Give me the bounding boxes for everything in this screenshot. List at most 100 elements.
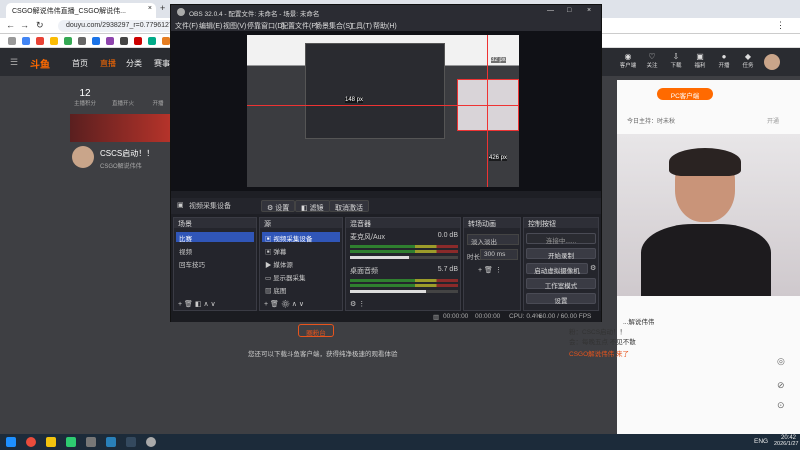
minimize-icon[interactable]: —	[547, 7, 554, 14]
bookmark-icon[interactable]	[78, 37, 86, 45]
bookmark-icon[interactable]	[22, 37, 30, 45]
filter-icon[interactable]: ◧	[195, 301, 202, 308]
up-icon[interactable]: ∧	[292, 301, 297, 308]
duration-input[interactable]: 300 ms	[480, 249, 518, 260]
back-icon[interactable]: ←	[6, 20, 15, 30]
streamer-name[interactable]: CSGO解说伟伟	[100, 161, 142, 170]
clock[interactable]: 20:42 2026/1/27	[774, 435, 798, 447]
menu-edit[interactable]: 编辑(E)	[199, 21, 222, 31]
reload-icon[interactable]: ↻	[36, 20, 44, 31]
bookmark-icon[interactable]	[134, 37, 142, 45]
start-recording-button[interactable]: 开始录制	[526, 248, 596, 260]
up-icon[interactable]: ∧	[203, 301, 208, 308]
pc-client-button[interactable]: PC客户端	[657, 88, 713, 100]
volume-slider[interactable]	[350, 290, 458, 293]
gear-icon[interactable]: ⚙	[281, 301, 290, 308]
down-icon[interactable]: ∨	[299, 301, 304, 308]
bookmark-icon[interactable]	[162, 37, 170, 45]
bookmark-icon[interactable]	[148, 37, 156, 45]
stat-item[interactable]: 12 主播积分	[70, 88, 100, 107]
scene-item[interactable]: 比赛	[176, 232, 254, 243]
chrome-icon[interactable]	[26, 437, 36, 447]
bookmark-icon[interactable]	[8, 37, 16, 45]
menu-scene-collection[interactable]: 场景集合(S)	[315, 21, 352, 31]
wechat-icon[interactable]	[66, 437, 76, 447]
header-item[interactable]: ⇩ 下载	[666, 53, 686, 70]
source-item[interactable]: ▶ 媒体源	[262, 258, 340, 269]
virtual-camera-button[interactable]: 启动虚拟摄像机	[526, 263, 588, 275]
source-item[interactable]: ▣ 弹幕	[262, 245, 340, 256]
site-logo[interactable]: 斗鱼	[30, 56, 50, 71]
more-icon[interactable]: ⋮	[495, 267, 502, 274]
add-icon[interactable]: +	[478, 267, 482, 274]
gear-icon[interactable]: ⚙	[590, 264, 596, 272]
bookmark-icon[interactable]	[106, 37, 114, 45]
trash-icon[interactable]: 🗑	[270, 301, 279, 308]
nav-events[interactable]: 赛事	[154, 58, 170, 69]
event-banner[interactable]	[70, 114, 170, 142]
menu-file[interactable]: 文件(F)	[175, 21, 198, 31]
forward-icon[interactable]: →	[20, 20, 29, 30]
header-item[interactable]: ◉ 客户端	[618, 53, 638, 70]
streamer-avatar[interactable]	[72, 146, 94, 168]
add-icon[interactable]: +	[264, 301, 268, 308]
trash-icon[interactable]: 🗑	[484, 267, 493, 274]
bookmark-icon[interactable]	[50, 37, 58, 45]
bookmark-icon[interactable]	[92, 37, 100, 45]
down-icon[interactable]: ∨	[211, 301, 216, 308]
stream-status-button[interactable]: 连接中......	[526, 233, 596, 245]
header-item[interactable]: ● 开播	[714, 53, 734, 70]
gear-icon[interactable]: ⚙	[350, 301, 356, 308]
deactivate-button[interactable]: 取消激活	[329, 200, 369, 212]
notice-button[interactable]: 开通	[767, 116, 779, 125]
source-filters-button[interactable]: ◧ 滤镜	[295, 200, 330, 212]
menu-docks[interactable]: 停靠窗口(D)	[247, 21, 285, 31]
tab-close-icon[interactable]: ×	[148, 5, 152, 12]
menu-view[interactable]: 视图(V)	[223, 21, 246, 31]
side-tool-icon[interactable]: ◎	[777, 356, 785, 367]
header-item[interactable]: ◆ 任务	[738, 53, 758, 70]
source-item[interactable]: ▨ 底图	[262, 284, 340, 295]
obs-icon[interactable]	[146, 437, 156, 447]
volume-slider[interactable]	[350, 256, 458, 259]
header-item[interactable]: ▣ 福利	[690, 53, 710, 70]
folder-icon[interactable]	[46, 437, 56, 447]
close-icon[interactable]: ×	[587, 7, 591, 14]
source-item[interactable]: ▭ 显示器采集	[262, 271, 340, 282]
avatar[interactable]	[764, 54, 780, 70]
source-item[interactable]: ▣ 视频采集设备	[262, 232, 340, 243]
more-icon[interactable]: ⋮	[358, 301, 365, 308]
app-icon[interactable]	[86, 437, 96, 447]
menu-profile[interactable]: 配置文件(P)	[281, 21, 318, 31]
steam-icon[interactable]	[126, 437, 136, 447]
menu-icon[interactable]: ☰	[10, 57, 18, 68]
menu-icon[interactable]: ⋮	[776, 20, 785, 31]
source-settings-button[interactable]: ⚙ 设置	[261, 200, 296, 212]
browser-tab[interactable]: CSGO解说伟伟直播_CSGO解说伟... ×	[6, 3, 156, 18]
stat-item[interactable]: 开播	[146, 88, 170, 107]
bookmark-icon[interactable]	[120, 37, 128, 45]
header-item[interactable]: ♡ 关注	[642, 53, 662, 70]
scene-item[interactable]: 视频	[176, 245, 254, 256]
settings-button[interactable]: 设置	[526, 293, 596, 305]
new-tab-button[interactable]: +	[160, 3, 165, 13]
stat-item[interactable]: 直播开火	[108, 88, 138, 107]
trash-icon[interactable]: 🗑	[184, 301, 193, 308]
bookmark-icon[interactable]	[64, 37, 72, 45]
bookmark-icon[interactable]	[36, 37, 44, 45]
scene-item[interactable]: 回车技巧	[176, 258, 254, 269]
nav-category[interactable]: 分类	[126, 58, 142, 69]
menu-tools[interactable]: 工具(T)	[349, 21, 372, 31]
maximize-icon[interactable]: □	[567, 7, 571, 14]
nav-home[interactable]: 首页	[72, 58, 88, 69]
studio-mode-button[interactable]: 工作室模式	[526, 278, 596, 290]
open-platform-button[interactable]: 圈粉台	[298, 324, 334, 337]
transition-select[interactable]: 淡入淡出	[467, 234, 519, 246]
start-icon[interactable]	[6, 437, 16, 447]
side-tool-icon[interactable]: ⊙	[777, 400, 785, 411]
obs-preview[interactable]: 148 px 32 px 426 px	[171, 31, 601, 191]
input-language[interactable]: ENG	[754, 438, 768, 445]
nav-live[interactable]: 直播	[100, 58, 116, 69]
side-tool-icon[interactable]: ⊘	[777, 380, 785, 391]
add-icon[interactable]: +	[178, 301, 182, 308]
